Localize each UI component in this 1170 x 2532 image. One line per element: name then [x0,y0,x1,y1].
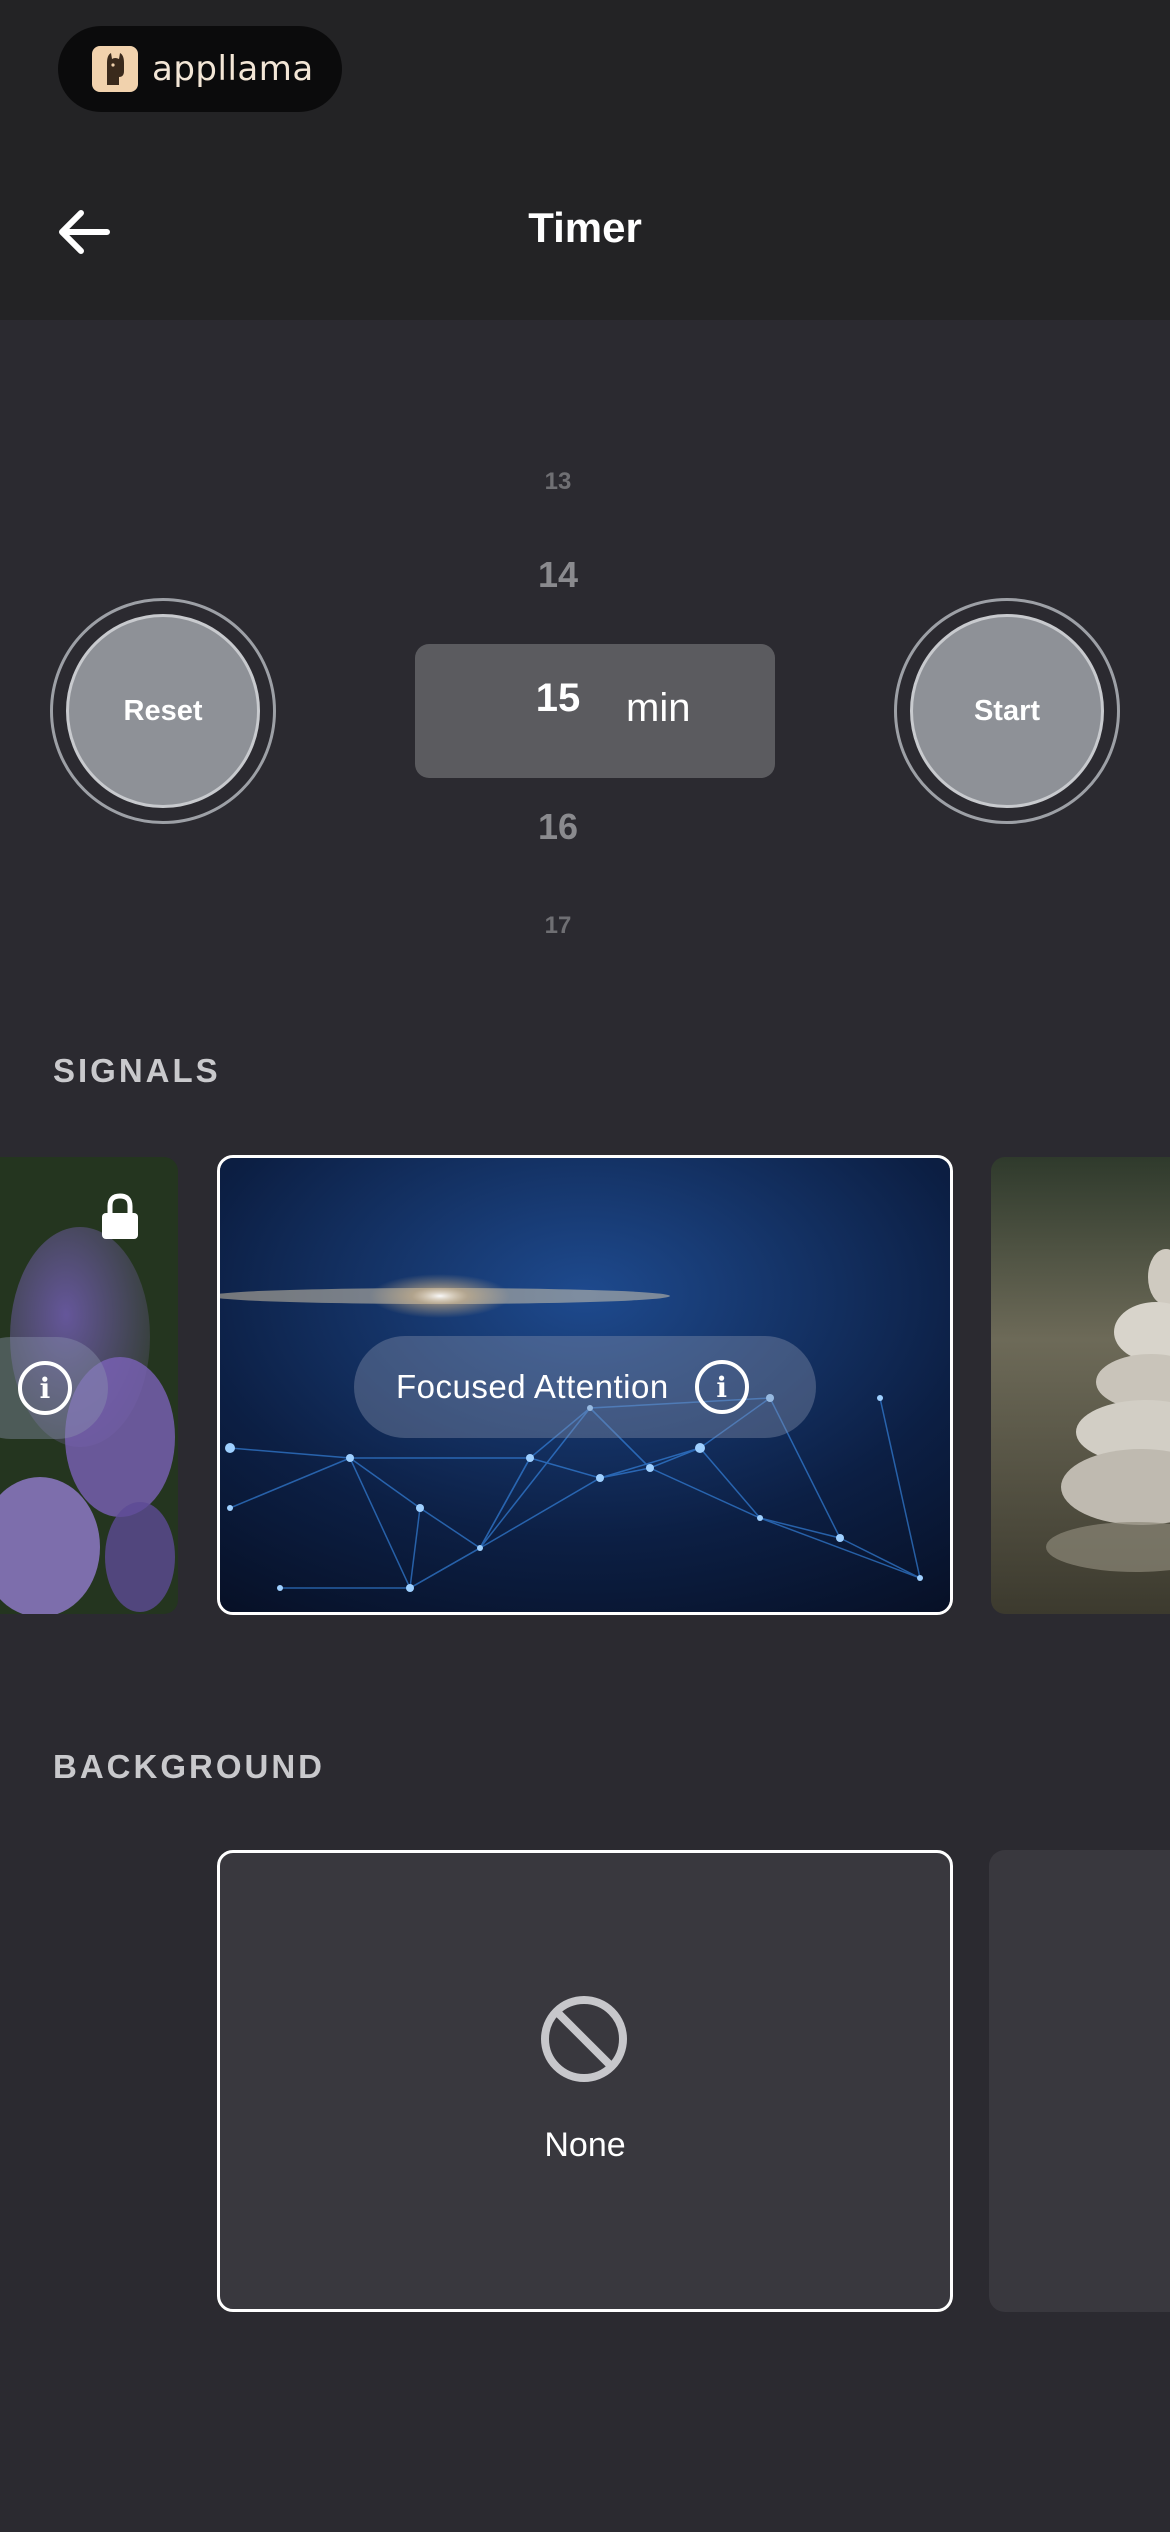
reset-button-ring: Reset [50,598,276,824]
signal-card-flower[interactable]: i [0,1157,178,1614]
brand-badge: appllama [58,26,342,112]
info-icon[interactable]: i [18,1361,72,1415]
signal-name: Focused Attention [396,1368,669,1405]
picker-value[interactable]: 17 [500,912,616,934]
lock-icon [100,1193,140,1246]
start-button-ring: Start [894,598,1120,824]
signal-info-pill[interactable]: i [0,1337,108,1439]
info-icon[interactable]: i [694,1360,749,1414]
picker-value[interactable]: 14 [500,554,616,596]
picker-unit: min [626,686,691,730]
signals-section-label: SIGNALS [53,1052,221,1089]
background-none-label: None [544,2126,626,2164]
page-title: Timer [528,204,642,251]
llama-logo-icon [92,46,138,92]
prohibited-icon [539,1994,629,2089]
reset-button[interactable]: Reset [66,614,260,808]
picker-value[interactable]: 16 [500,806,616,848]
stones-image [991,1157,1170,1614]
picker-selected-value[interactable]: 15 [500,676,616,721]
signal-label-pill[interactable]: Focused Attention i [354,1336,816,1438]
start-button[interactable]: Start [910,614,1104,808]
background-section-label: BACKGROUND [53,1748,325,1785]
picker-value[interactable]: 13 [500,468,616,496]
header: appllama Timer [0,0,1170,320]
background-card-next[interactable] [989,1850,1170,2312]
signal-card-stones[interactable] [991,1157,1170,1614]
brand-name: appllama [152,49,314,89]
